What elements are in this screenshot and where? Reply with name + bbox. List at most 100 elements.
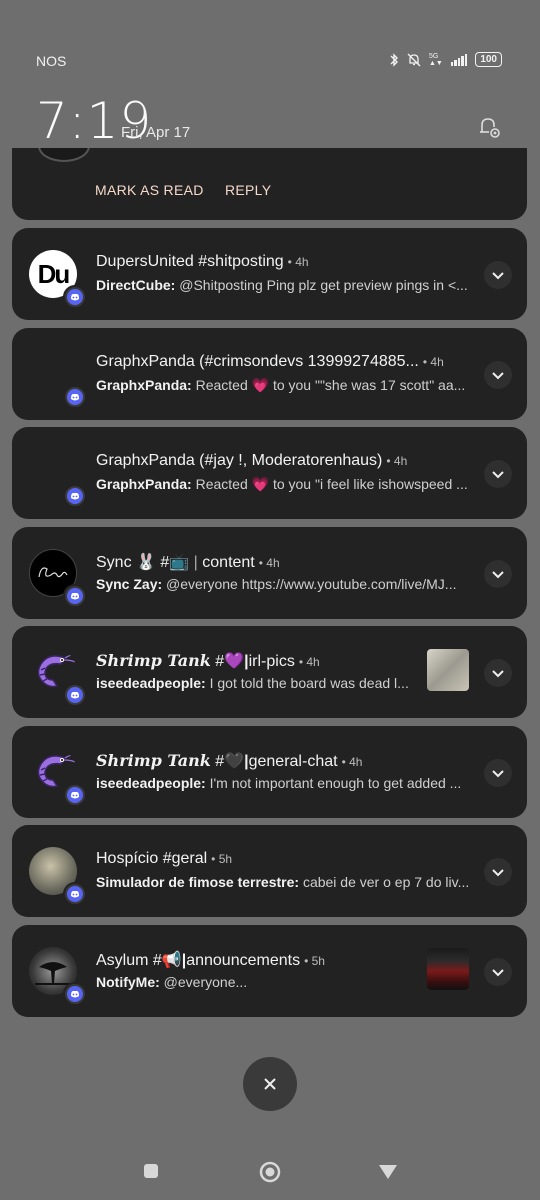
bluetooth-icon — [390, 52, 398, 67]
network-type-icon: 5G ▲▼ — [428, 52, 443, 67]
title-text: GraphxPanda (#crimsondevs 13999274885... — [96, 353, 419, 370]
expand-button[interactable] — [484, 460, 512, 488]
notification-time: • 4h — [287, 255, 309, 269]
title-text: GraphxPanda (#jay !, Moderatorenhaus) — [96, 452, 383, 469]
notification-title: GraphxPanda (#crimsondevs 13999274885...… — [96, 353, 444, 371]
notification-time: • 4h — [298, 655, 320, 669]
reply-button[interactable]: REPLY — [225, 182, 271, 198]
notification-time: • 4h — [258, 556, 280, 570]
notification-time: • 4h — [341, 755, 363, 769]
message-text: @Shitposting Ping plz get preview pings … — [179, 277, 468, 293]
notification-card[interactable]: Hospício #geral • 5h Simulador de fimose … — [12, 825, 527, 917]
expand-button[interactable] — [484, 261, 512, 289]
mark-as-read-button[interactable]: MARK AS READ — [95, 182, 204, 198]
title-text: Sync 🐰 #📺 — [96, 554, 190, 571]
expand-button[interactable] — [484, 560, 512, 588]
notification-body: Simulador de fimose terrestre: cabei de … — [96, 874, 469, 890]
notification-card[interactable]: Shrimp Tank #💜|irl-pics • 4h iseedeadpeop… — [12, 626, 527, 718]
channel-name: content — [202, 554, 255, 571]
sender-name: NotifyMe: — [96, 974, 160, 990]
title-text: Hospício #geral — [96, 850, 208, 867]
notification-time: • 4h — [386, 454, 408, 468]
channel-prefix: #💜 — [215, 653, 245, 670]
chevron-down-icon — [492, 371, 504, 379]
server-name: Shrimp Tank — [96, 751, 211, 770]
expand-button[interactable] — [484, 361, 512, 389]
date: Fri, Apr 17 — [121, 124, 191, 141]
clear-all-button[interactable] — [243, 1057, 297, 1111]
notification-body: DirectCube: @Shitposting Ping plz get pr… — [96, 277, 468, 293]
channel-name: announcements — [186, 952, 301, 969]
message-text: Reacted 💗 to you "i feel like ishowspeed… — [195, 476, 468, 492]
notification-title: Shrimp Tank #💜|irl-pics • 4h — [96, 651, 320, 670]
chevron-down-icon — [492, 669, 504, 677]
notification-body: iseedeadpeople: I got told the board was… — [96, 675, 409, 691]
settings-gear-icon[interactable] — [476, 114, 502, 140]
notification-card[interactable]: GraphxPanda (#jay !, Moderatorenhaus) • 4… — [12, 427, 527, 519]
notification-card[interactable]: Asylum #📢|announcements • 5h NotifyMe: @e… — [12, 925, 527, 1017]
image-thumbnail[interactable] — [427, 948, 469, 990]
notification-card[interactable]: Du DupersUnited #shitposting • 4h DirectC… — [12, 228, 527, 320]
notification-title: Sync 🐰 #📺 | content • 4h — [96, 554, 280, 571]
sender-name: GraphxPanda: — [96, 476, 192, 492]
channel-name: general-chat — [248, 753, 338, 770]
message-text: I'm not important enough to get added ..… — [209, 775, 462, 791]
expand-button[interactable] — [484, 958, 512, 986]
discord-icon — [63, 783, 87, 807]
title-text: Asylum #📢 — [96, 952, 182, 969]
server-name: Shrimp Tank — [96, 651, 211, 670]
battery-icon: 100 — [475, 52, 502, 67]
notification-time: • 4h — [422, 355, 444, 369]
image-thumbnail[interactable] — [427, 649, 469, 691]
expand-button[interactable] — [484, 659, 512, 687]
recents-square-icon[interactable] — [143, 1163, 159, 1179]
notification-card[interactable]: GraphxPanda (#crimsondevs 13999274885...… — [12, 328, 527, 420]
notification-title: Hospício #geral • 5h — [96, 850, 232, 868]
message-text: I got told the board was dead l... — [209, 675, 409, 691]
message-text: @everyone https://www.youtube.com/live/M… — [166, 576, 457, 592]
message-text: @everyone... — [163, 974, 248, 990]
notification-body: iseedeadpeople: I'm not important enough… — [96, 775, 461, 791]
sender-name: iseedeadpeople: — [96, 675, 206, 691]
notification-body: NotifyMe: @everyone... — [96, 974, 247, 990]
expand-button[interactable] — [484, 759, 512, 787]
discord-icon — [63, 882, 87, 906]
signal-icon — [450, 53, 468, 66]
discord-icon — [63, 285, 87, 309]
sender-name: iseedeadpeople: — [96, 775, 206, 791]
discord-icon — [63, 484, 87, 508]
sender-name: GraphxPanda: — [96, 377, 192, 393]
notification-card[interactable]: Shrimp Tank #🖤|general-chat • 4h iseedead… — [12, 726, 527, 818]
partial-notification-card[interactable]: MARK AS READ REPLY — [12, 148, 527, 220]
sender-name: DirectCube: — [96, 277, 176, 293]
notification-body: Sync Zay: @everyone https://www.youtube.… — [96, 576, 456, 592]
notification-title: Asylum #📢|announcements • 5h — [96, 952, 325, 969]
clock: 7:19 — [36, 92, 153, 150]
status-icons: 5G ▲▼ 100 — [389, 52, 502, 67]
chevron-down-icon — [492, 570, 504, 578]
notification-title: DupersUnited #shitposting • 4h — [96, 253, 309, 271]
notification-time: • 5h — [211, 852, 233, 866]
notification-title: Shrimp Tank #🖤|general-chat • 4h — [96, 751, 363, 770]
avatar — [38, 148, 90, 162]
back-triangle-icon[interactable] — [378, 1164, 398, 1180]
notification-title: GraphxPanda (#jay !, Moderatorenhaus) • 4… — [96, 452, 407, 470]
chevron-down-icon — [492, 271, 504, 279]
sender-name: Simulador de fimose terrestre: — [96, 874, 300, 890]
expand-button[interactable] — [484, 858, 512, 886]
notification-body: GraphxPanda: Reacted 💗 to you ""she was … — [96, 377, 465, 394]
discord-icon — [63, 584, 87, 608]
network-type-label: 5G — [428, 52, 439, 60]
mute-bell-icon — [407, 53, 421, 66]
notification-card[interactable]: Sync 🐰 #📺 | content • 4h Sync Zay: @every… — [12, 527, 527, 619]
notification-body: GraphxPanda: Reacted 💗 to you "i feel li… — [96, 476, 468, 493]
discord-icon — [63, 385, 87, 409]
discord-icon — [63, 683, 87, 707]
channel-name: irl-pics — [248, 653, 295, 670]
title-text: DupersUnited #shitposting — [96, 253, 284, 270]
chevron-down-icon — [492, 968, 504, 976]
message-text: Reacted 💗 to you ""she was 17 scott" aa.… — [195, 377, 466, 393]
sender-name: Sync Zay: — [96, 576, 163, 592]
home-circle-icon[interactable] — [259, 1161, 281, 1183]
notification-time: • 5h — [304, 954, 325, 968]
